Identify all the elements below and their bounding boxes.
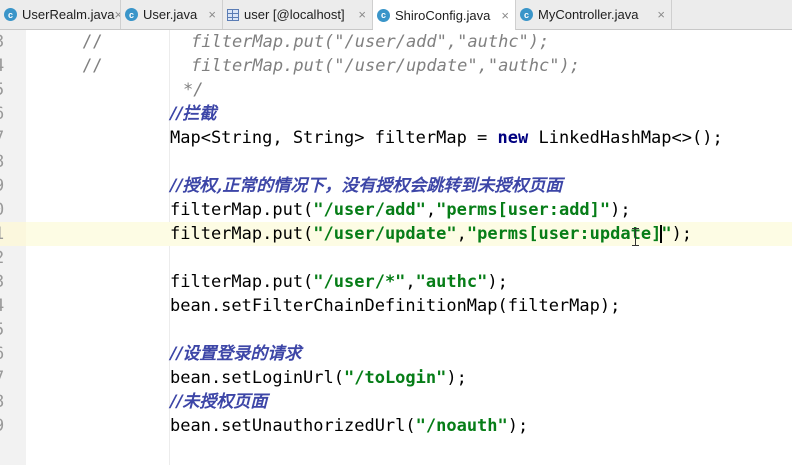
code-line: 3 filterMap.put("/user/*","authc"); bbox=[0, 270, 792, 294]
line-number: 8 bbox=[0, 150, 26, 174]
tab-shiroconfig[interactable]: c ShiroConfig.java × bbox=[373, 0, 516, 30]
close-icon[interactable]: × bbox=[657, 7, 665, 22]
tab-label: User.java bbox=[143, 7, 198, 22]
line-number: 6 bbox=[0, 102, 26, 126]
table-icon bbox=[227, 8, 239, 21]
code-text: bean.setFilterChainDefinitionMap(filterM… bbox=[170, 296, 621, 316]
string-literal: "/noauth" bbox=[415, 416, 508, 436]
class-icon: c bbox=[125, 8, 138, 21]
code-line: 7 bean.setLoginUrl("/toLogin"); bbox=[0, 366, 792, 390]
code-text: filterMap.put("/user/add","perms[user:ad… bbox=[170, 200, 631, 220]
code-text: bean.setLoginUrl("/toLogin"); bbox=[170, 368, 467, 388]
tab-mycontroller[interactable]: c MyController.java × bbox=[516, 0, 672, 29]
line-number: 3 bbox=[0, 30, 26, 54]
close-icon[interactable]: × bbox=[501, 8, 509, 23]
comment-text: //未授权页面 bbox=[170, 392, 268, 412]
tab-label: UserRealm.java bbox=[22, 7, 115, 22]
code-line: 5 */ bbox=[0, 78, 792, 102]
tab-user-localhost[interactable]: user [@localhost] × bbox=[223, 0, 373, 29]
line-number: 8 bbox=[0, 390, 26, 414]
string-literal: "/user/add" bbox=[313, 200, 426, 220]
line-number: 4 bbox=[0, 294, 26, 318]
string-literal: "/toLogin" bbox=[344, 368, 447, 388]
code-line: 6 //设置登录的请求 bbox=[0, 342, 792, 366]
comment-text: //授权,正常的情况下，没有授权会跳转到未授权页面 bbox=[170, 176, 563, 196]
line-number: 7 bbox=[0, 366, 26, 390]
string-literal: "perms[user:add]" bbox=[436, 200, 611, 220]
code-line: 9 //授权,正常的情况下，没有授权会跳转到未授权页面 bbox=[0, 174, 792, 198]
code-text: */ bbox=[183, 80, 204, 100]
line-number: 3 bbox=[0, 270, 26, 294]
string-literal: " bbox=[661, 224, 672, 244]
current-code-line: 1 filterMap.put("/user/update","perms[us… bbox=[0, 222, 792, 246]
code-editor[interactable]: 3 // filterMap.put("/user/add","authc");… bbox=[0, 30, 792, 465]
mouse-ibeam-cursor-icon bbox=[632, 228, 640, 246]
code-line: 8 bbox=[0, 150, 792, 174]
code-text: bean.setUnauthorizedUrl("/noauth"); bbox=[170, 416, 529, 436]
code-text: filterMap.put("/user/update","perms[user… bbox=[170, 224, 693, 244]
line-number: 6 bbox=[0, 342, 26, 366]
tab-userrealm[interactable]: c UserRealm.java × bbox=[0, 0, 121, 29]
code-line: 8 //未授权页面 bbox=[0, 390, 792, 414]
line-number: 7 bbox=[0, 126, 26, 150]
code-text: filterMap.put("/user/*","authc"); bbox=[170, 272, 508, 292]
line-number: 2 bbox=[0, 246, 26, 270]
line-number: 0 bbox=[0, 198, 26, 222]
code-text: filterMap.put("/user/add","authc"); bbox=[191, 32, 550, 52]
tab-label: ShiroConfig.java bbox=[395, 7, 491, 23]
code-line: 3 // filterMap.put("/user/add","authc"); bbox=[0, 30, 792, 54]
line-number: 9 bbox=[0, 414, 26, 438]
string-literal: "/user/update" bbox=[313, 224, 457, 244]
editor-tab-bar: c UserRealm.java × c User.java × user [@… bbox=[0, 0, 792, 30]
code-line: 7 Map<String, String> filterMap = new Li… bbox=[0, 126, 792, 150]
code-line: 4 bean.setFilterChainDefinitionMap(filte… bbox=[0, 294, 792, 318]
close-icon[interactable]: × bbox=[208, 7, 216, 22]
line-comment-marker: // bbox=[82, 56, 103, 76]
tab-user[interactable]: c User.java × bbox=[121, 0, 223, 29]
class-icon: c bbox=[377, 8, 390, 22]
code-line: 9 bean.setUnauthorizedUrl("/noauth"); bbox=[0, 414, 792, 438]
line-comment-marker: // bbox=[82, 32, 103, 52]
close-icon[interactable]: × bbox=[358, 7, 366, 22]
tab-label: MyController.java bbox=[538, 7, 639, 22]
line-number: 9 bbox=[0, 174, 26, 198]
tab-label: user [@localhost] bbox=[244, 7, 345, 22]
line-number: 5 bbox=[0, 78, 26, 102]
class-icon: c bbox=[4, 8, 17, 21]
line-number: 1 bbox=[0, 222, 26, 246]
code-line: 2 bbox=[0, 246, 792, 270]
line-number: 4 bbox=[0, 54, 26, 78]
comment-text: //设置登录的请求 bbox=[170, 344, 302, 364]
comment-text: //拦截 bbox=[170, 104, 217, 124]
line-number: 5 bbox=[0, 318, 26, 342]
class-icon: c bbox=[520, 8, 533, 21]
code-line: 4 // filterMap.put("/user/update","authc… bbox=[0, 54, 792, 78]
code-line: 5 bbox=[0, 318, 792, 342]
code-line: 0 filterMap.put("/user/add","perms[user:… bbox=[0, 198, 792, 222]
code-text: filterMap.put("/user/update","authc"); bbox=[191, 56, 580, 76]
string-literal: "authc" bbox=[415, 272, 488, 292]
code-line: 6 //拦截 bbox=[0, 102, 792, 126]
keyword: new bbox=[497, 128, 529, 148]
string-literal: "/user/*" bbox=[313, 272, 406, 292]
code-text: Map<String, String> filterMap = new Link… bbox=[170, 128, 723, 148]
